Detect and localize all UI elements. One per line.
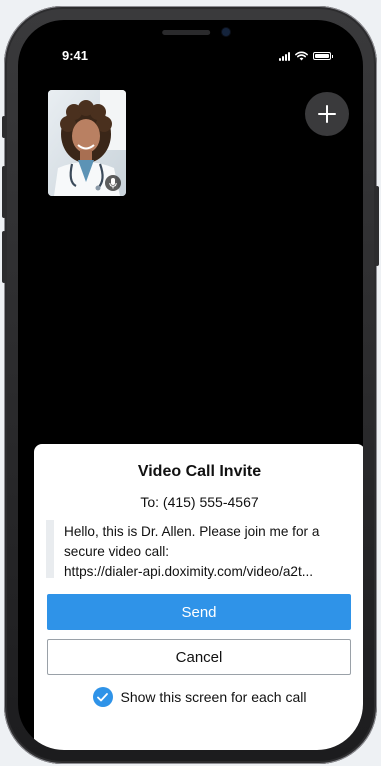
show-screen-toggle-row[interactable]: Show this screen for each call <box>34 687 363 707</box>
phone-screen: 9:41 Video Call Invite To: (415) 555-456… <box>18 20 363 750</box>
speaker-grille <box>161 30 210 35</box>
invite-recipient: To: (415) 555-4567 <box>140 494 259 510</box>
show-screen-label: Show this screen for each call <box>120 689 307 705</box>
invite-title: Video Call Invite <box>137 463 262 480</box>
silent-switch <box>2 116 6 138</box>
cancel-button[interactable]: Cancel <box>47 639 351 675</box>
checkmark-icon <box>97 692 108 701</box>
invite-sheet: Video Call Invite To: (415) 555-4567 Hel… <box>34 444 363 750</box>
microphone-icon[interactable] <box>105 175 121 191</box>
message-field[interactable]: Hello, this is Dr. Allen. Please join me… <box>46 520 351 579</box>
signal-icon <box>279 51 290 61</box>
front-camera <box>222 28 230 36</box>
volume-up-button <box>2 166 6 218</box>
plus-icon <box>318 105 336 123</box>
status-time: 9:41 <box>62 48 89 63</box>
add-participant-button[interactable] <box>305 92 349 136</box>
battery-icon <box>313 52 333 60</box>
wifi-icon <box>295 51 308 61</box>
message-text[interactable]: Hello, this is Dr. Allen. Please join me… <box>64 522 351 582</box>
send-button[interactable]: Send <box>47 594 351 630</box>
status-icons <box>279 51 333 61</box>
phone-frame: 9:41 Video Call Invite To: (415) 555-456… <box>2 6 379 764</box>
show-screen-checkbox[interactable] <box>92 687 113 707</box>
status-bar: 9:41 <box>18 48 363 68</box>
self-video-preview[interactable] <box>48 90 126 196</box>
notch <box>115 20 266 50</box>
volume-down-button <box>2 231 6 283</box>
power-button <box>375 186 379 266</box>
